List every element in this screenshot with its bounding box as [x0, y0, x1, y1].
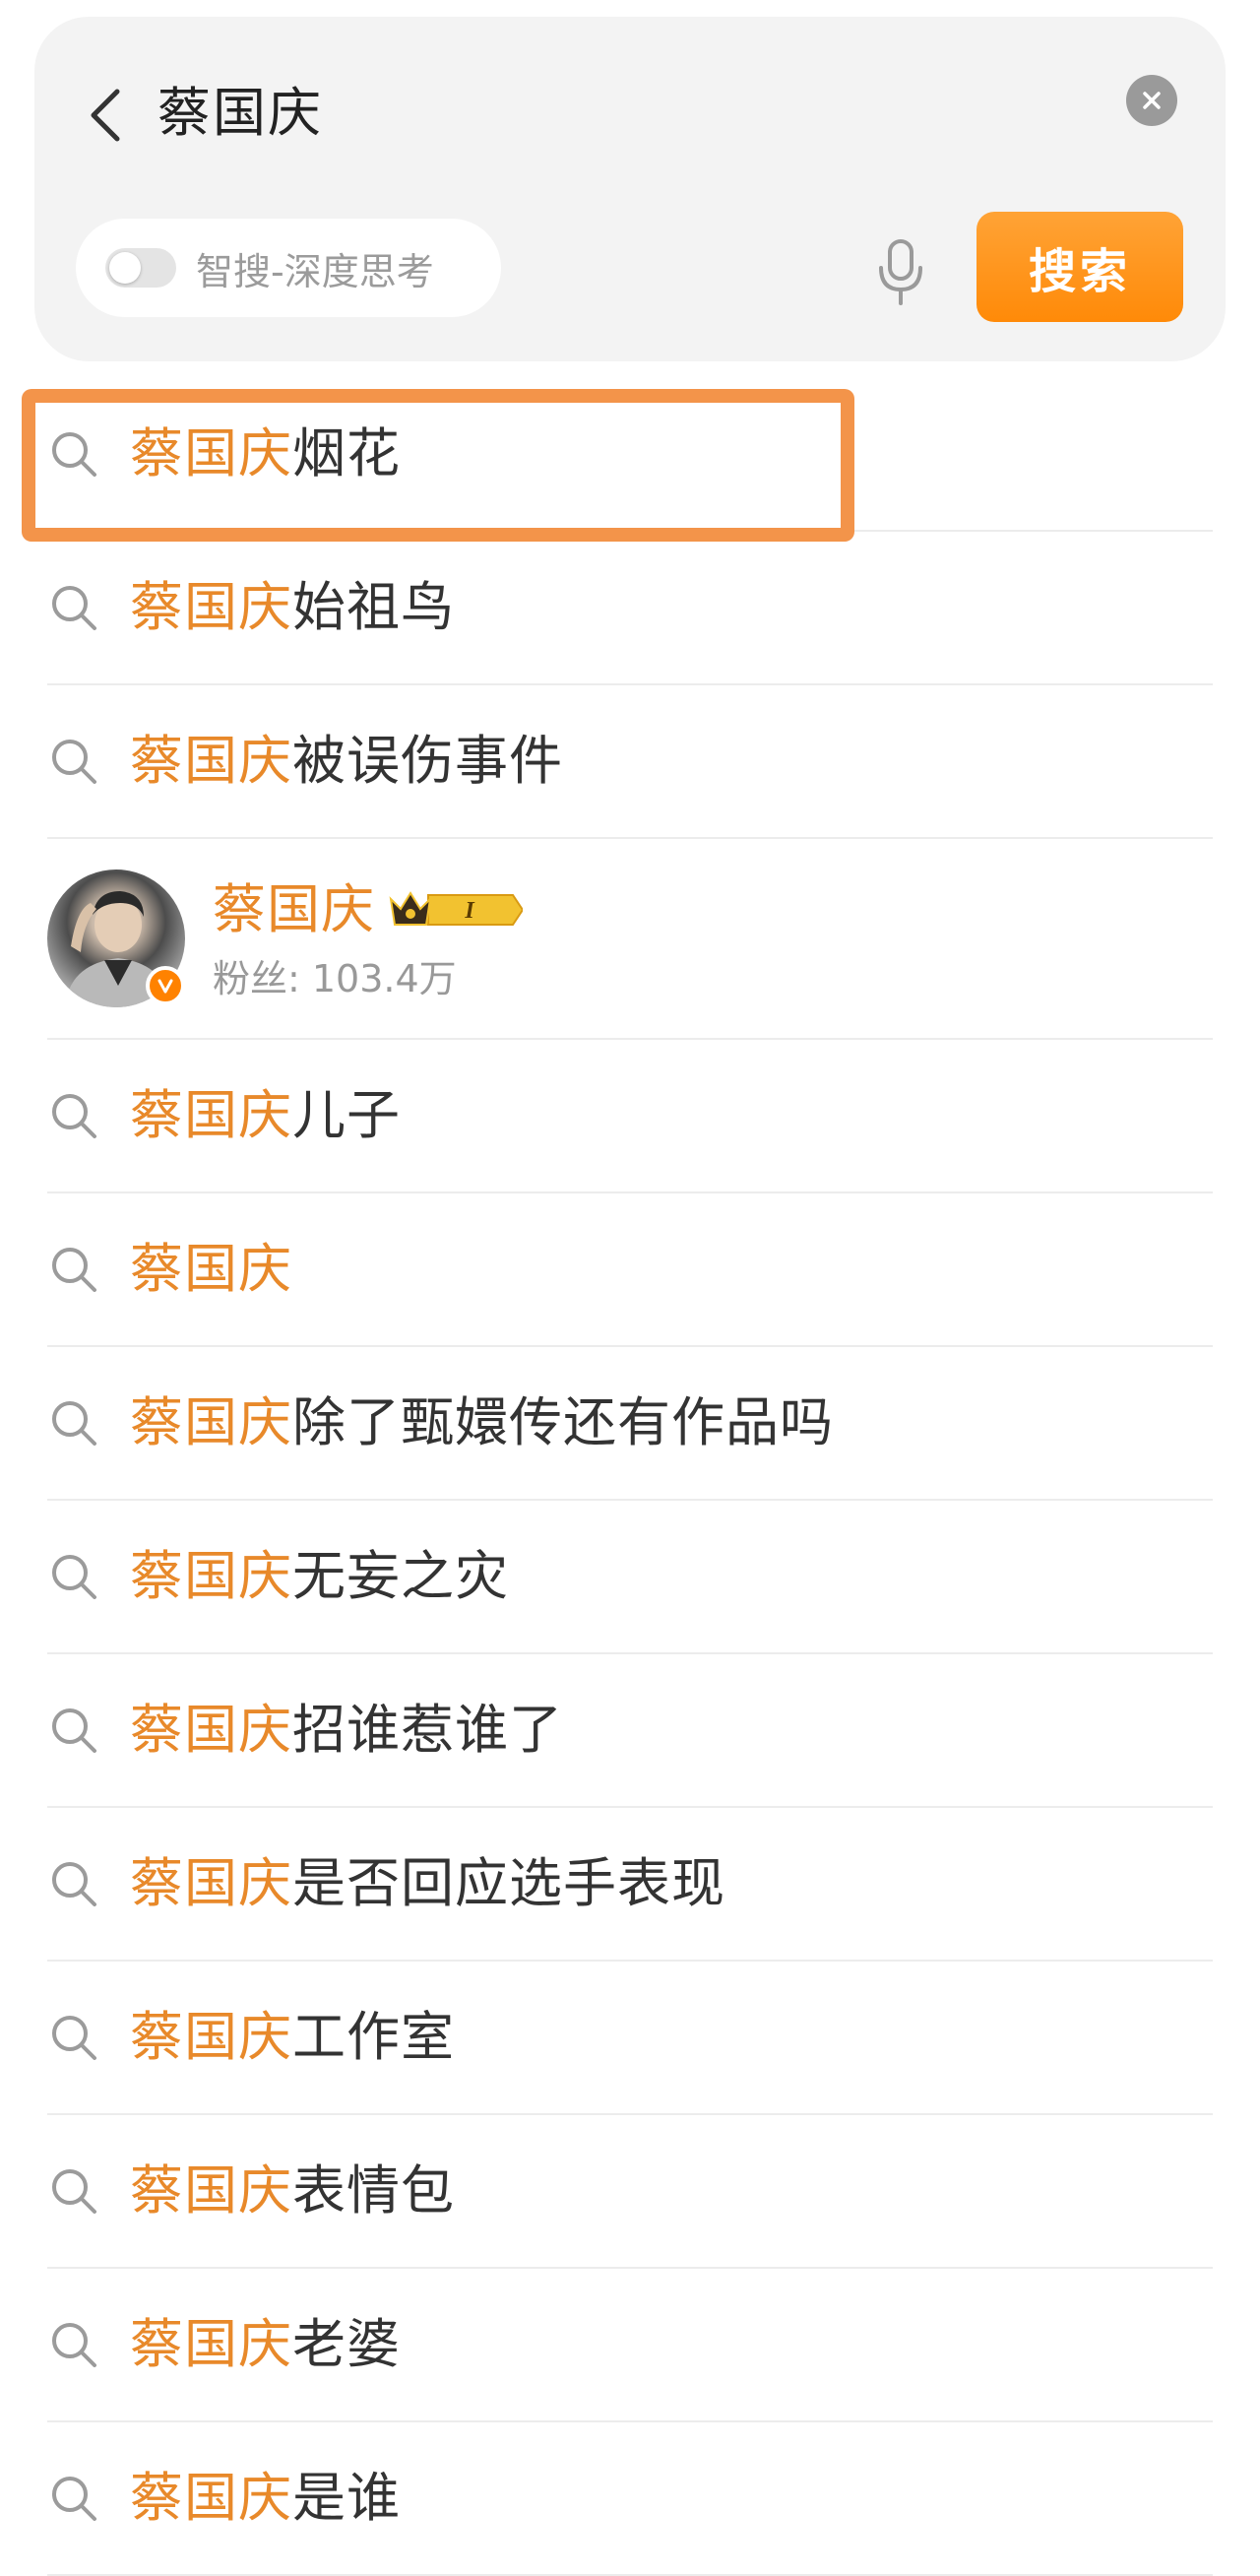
- search-icon: [47, 1089, 100, 1142]
- chevron-left-icon: [91, 89, 120, 142]
- search-icon: [47, 2164, 100, 2218]
- search-icon: [47, 1550, 100, 1603]
- suggestion-item[interactable]: 蔡国庆被误伤事件: [47, 685, 1213, 839]
- user-name-line: 蔡国庆 I: [213, 875, 523, 944]
- suggestion-item[interactable]: 蔡国庆始祖鸟: [47, 532, 1213, 685]
- suggestion-suffix: 烟花: [292, 422, 401, 484]
- suggestion-item[interactable]: 蔡国庆儿子: [47, 1040, 1213, 1193]
- suggestion-keyword: 蔡国庆: [130, 1084, 292, 1146]
- suggestion-suffix: 表情包: [292, 2159, 455, 2222]
- verified-icon: [146, 966, 185, 1005]
- suggestion-text: 蔡国庆烟花: [130, 419, 401, 488]
- clear-button[interactable]: [1117, 66, 1186, 135]
- suggestion-suffix: 除了甄嬛传还有作品吗: [292, 1391, 834, 1453]
- suggestion-keyword: 蔡国庆: [130, 422, 292, 484]
- suggestion-item[interactable]: 蔡国庆是谁: [47, 2422, 1213, 2576]
- back-button[interactable]: [76, 66, 135, 164]
- microphone-icon: [879, 239, 922, 305]
- toggle-knob: [109, 252, 141, 284]
- search-input[interactable]: 蔡国庆: [158, 79, 323, 148]
- suggestion-text: 蔡国庆是谁: [130, 2464, 401, 2533]
- level-badge-text: I: [464, 898, 475, 924]
- suggestion-item[interactable]: 蔡国庆表情包: [47, 2115, 1213, 2269]
- suggestion-text: 蔡国庆老婆: [130, 2310, 401, 2379]
- search-icon: [47, 427, 100, 481]
- search-icon: [47, 2472, 100, 2525]
- suggestion-item[interactable]: 蔡国庆无妄之灾: [47, 1501, 1213, 1654]
- suggestion-suffix: 是谁: [292, 2467, 401, 2529]
- suggestion-list: 蔡国庆烟花 蔡国庆始祖鸟 蔡国庆被误伤事件 蔡国庆 I 粉丝: 103.4万 蔡国庆儿子 蔡国…: [0, 378, 1260, 2576]
- suggestion-keyword: 蔡国庆: [130, 1238, 292, 1300]
- suggestion-text: 蔡国庆无妄之灾: [130, 1542, 509, 1611]
- suggestion-keyword: 蔡国庆: [130, 2159, 292, 2222]
- search-button[interactable]: 搜索: [976, 212, 1183, 322]
- avatar[interactable]: [47, 869, 185, 1007]
- suggestion-keyword: 蔡国庆: [130, 2313, 292, 2375]
- suggestion-keyword: 蔡国庆: [130, 576, 292, 638]
- suggestion-item[interactable]: 蔡国庆招谁惹谁了: [47, 1654, 1213, 1808]
- suggestion-text: 蔡国庆工作室: [130, 2003, 455, 2072]
- suggestion-text: 蔡国庆除了甄嬛传还有作品吗: [130, 1388, 834, 1457]
- suggestion-suffix: 无妄之灾: [292, 1545, 509, 1607]
- suggestion-suffix: 工作室: [292, 2006, 455, 2068]
- suggestion-text: 蔡国庆表情包: [130, 2157, 455, 2225]
- suggestion-suffix: 是否回应选手表现: [292, 1852, 725, 1914]
- suggestion-item[interactable]: 蔡国庆烟花: [47, 378, 1213, 532]
- suggestion-keyword: 蔡国庆: [130, 1545, 292, 1607]
- user-result[interactable]: 蔡国庆 I 粉丝: 103.4万: [47, 839, 1213, 1040]
- close-icon: [1126, 75, 1177, 126]
- search-icon: [47, 1243, 100, 1296]
- search-icon: [47, 1857, 100, 1910]
- suggestion-item[interactable]: 蔡国庆老婆: [47, 2269, 1213, 2422]
- suggestion-item[interactable]: 蔡国庆是否回应选手表现: [47, 1808, 1213, 1962]
- smart-search-label: 智搜-深度思考: [196, 249, 434, 293]
- search-icon: [47, 1396, 100, 1449]
- suggestion-text: 蔡国庆招谁惹谁了: [130, 1696, 563, 1765]
- suggestion-text: 蔡国庆是否回应选手表现: [130, 1849, 725, 1918]
- search-icon: [47, 2318, 100, 2371]
- suggestion-keyword: 蔡国庆: [130, 2006, 292, 2068]
- suggestion-keyword: 蔡国庆: [130, 730, 292, 792]
- suggestion-keyword: 蔡国庆: [130, 1699, 292, 1761]
- suggestion-text: 蔡国庆被误伤事件: [130, 727, 563, 796]
- smart-search-toggle[interactable]: 智搜-深度思考: [76, 219, 501, 317]
- suggestion-text: 蔡国庆始祖鸟: [130, 573, 455, 642]
- search-icon: [47, 2011, 100, 2064]
- search-icon: [47, 735, 100, 788]
- suggestion-suffix: 老婆: [292, 2313, 401, 2375]
- toggle-switch[interactable]: [105, 248, 176, 288]
- suggestion-suffix: 始祖鸟: [292, 576, 455, 638]
- suggestion-text: 蔡国庆: [130, 1235, 292, 1304]
- search-page: 蔡国庆 智搜-深度思考 搜索 蔡国庆烟花 蔡国庆始祖鸟 蔡国庆被误伤事件 蔡国庆 I 粉丝…: [0, 0, 1260, 2576]
- user-name: 蔡国庆: [213, 877, 375, 940]
- suggestion-item[interactable]: 蔡国庆工作室: [47, 1962, 1213, 2115]
- crown-level-icon: I: [389, 890, 523, 926]
- suggestion-keyword: 蔡国庆: [130, 2467, 292, 2529]
- suggestion-keyword: 蔡国庆: [130, 1852, 292, 1914]
- search-icon: [47, 1704, 100, 1757]
- suggestion-suffix: 被误伤事件: [292, 730, 563, 792]
- suggestion-suffix: 儿子: [292, 1084, 401, 1146]
- search-header: 蔡国庆 智搜-深度思考 搜索: [34, 17, 1226, 361]
- user-info: 蔡国庆 I 粉丝: 103.4万: [213, 875, 523, 1002]
- suggestion-suffix: 招谁惹谁了: [292, 1699, 563, 1761]
- suggestion-text: 蔡国庆儿子: [130, 1081, 401, 1150]
- fans-count: 粉丝: 103.4万: [213, 956, 457, 1000]
- voice-button[interactable]: [861, 228, 940, 317]
- search-icon: [47, 581, 100, 634]
- suggestion-keyword: 蔡国庆: [130, 1391, 292, 1453]
- suggestion-item[interactable]: 蔡国庆除了甄嬛传还有作品吗: [47, 1347, 1213, 1501]
- suggestion-item[interactable]: 蔡国庆: [47, 1193, 1213, 1347]
